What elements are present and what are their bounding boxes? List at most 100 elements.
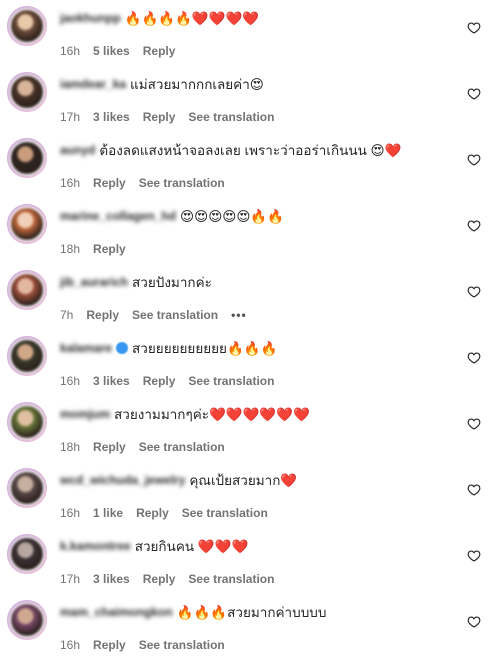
- comment-text-line: mam_chaimongkon 🔥🔥🔥สวยมากค่าบบบบ: [60, 604, 326, 622]
- comment-body: คุณเป้ยสวยมาก❤️: [189, 473, 298, 488]
- comment-username[interactable]: mam_chaimongkon: [60, 603, 173, 621]
- reply-button[interactable]: Reply: [93, 638, 126, 652]
- comment-timestamp[interactable]: 16h: [60, 638, 80, 652]
- comment-body: สวยกินคน ❤️❤️❤️: [134, 539, 249, 554]
- comment-username[interactable]: momjum: [60, 405, 110, 423]
- reply-button[interactable]: Reply: [136, 506, 169, 520]
- reply-button[interactable]: Reply: [143, 572, 176, 586]
- comment-item: wcd_wichuda_jewelry คุณเป้ยสวยมาก❤️ 16h 1 l…: [0, 468, 491, 534]
- heart-outline-icon[interactable]: [467, 615, 481, 629]
- avatar[interactable]: [7, 270, 47, 310]
- comment-item: iamdear_ka แม่สวยมากกกเลยค่า😍 17h 3 likes Re…: [0, 72, 491, 138]
- comment-timestamp[interactable]: 17h: [60, 572, 80, 586]
- avatar[interactable]: [7, 6, 47, 46]
- heart-outline-icon[interactable]: [467, 483, 481, 497]
- comment-timestamp[interactable]: 7h: [60, 308, 73, 322]
- reply-button[interactable]: Reply: [93, 176, 126, 190]
- comment-body: 🔥🔥🔥สวยมากค่าบบบบ: [176, 605, 327, 620]
- heart-outline-icon[interactable]: [467, 417, 481, 431]
- comment-username[interactable]: iamdear_ka: [60, 75, 126, 93]
- comment-text-line: aunyd ต้องลดแสงหน้าจอลงเลย เพราะว่าออร่าเ…: [60, 142, 401, 160]
- comment-body: สวยยยยยยยยยย🔥🔥🔥: [132, 341, 278, 356]
- reply-button[interactable]: Reply: [143, 44, 176, 58]
- comment-text-line: jib_aurarich สวยปังมากค่ะ: [60, 274, 212, 292]
- comment-timestamp[interactable]: 16h: [60, 374, 80, 388]
- comment-username[interactable]: aunyd: [60, 141, 95, 159]
- see-translation-button[interactable]: See translation: [139, 176, 225, 190]
- comment-timestamp[interactable]: 17h: [60, 110, 80, 124]
- reply-button[interactable]: Reply: [93, 440, 126, 454]
- comment-username[interactable]: jib_aurarich: [60, 273, 128, 291]
- heart-outline-icon[interactable]: [467, 549, 481, 563]
- avatar[interactable]: [7, 600, 47, 640]
- see-translation-button[interactable]: See translation: [139, 638, 225, 652]
- more-dots-icon[interactable]: •••: [231, 308, 247, 322]
- likes-count-button[interactable]: 5 likes: [93, 44, 130, 58]
- comment-item: k.kamontree สวยกินคน ❤️❤️❤️ 17h 3 likes Repl…: [0, 534, 491, 600]
- comment-body: 😍😍😍😍😍🔥🔥: [180, 209, 285, 224]
- avatar[interactable]: [7, 534, 47, 574]
- see-translation-button[interactable]: See translation: [139, 440, 225, 454]
- comment-text-line: iamdear_ka แม่สวยมากกกเลยค่า😍: [60, 76, 264, 94]
- comment-username[interactable]: k.kamontree: [60, 537, 131, 555]
- comment-item: jib_aurarich สวยปังมากค่ะ 7h Reply See trans…: [0, 270, 491, 336]
- heart-outline-icon[interactable]: [467, 87, 481, 101]
- heart-outline-icon[interactable]: [467, 285, 481, 299]
- see-translation-button[interactable]: See translation: [182, 506, 268, 520]
- comment-timestamp[interactable]: 16h: [60, 506, 80, 520]
- comment-meta: 18h Reply: [60, 242, 139, 256]
- comment-item: jaokhunpp 🔥🔥🔥🔥❤️❤️❤️❤️ 16h 5 likes Reply: [0, 6, 491, 72]
- comment-meta: 18h Reply See translation: [60, 440, 238, 454]
- comment-item: marine_collagen_hd 😍😍😍😍😍🔥🔥 18h Reply: [0, 204, 491, 270]
- comment-item: momjum สวยงามมากๆค่ะ❤️❤️❤️❤️❤️❤️ 18h Reply S…: [0, 402, 491, 468]
- comment-item: mam_chaimongkon 🔥🔥🔥สวยมากค่าบบบบ 16h Reply S…: [0, 600, 491, 659]
- avatar[interactable]: [7, 336, 47, 376]
- see-translation-button[interactable]: See translation: [188, 110, 274, 124]
- verified-badge-icon: [116, 342, 129, 354]
- comment-username[interactable]: wcd_wichuda_jewelry: [60, 471, 185, 489]
- see-translation-button[interactable]: See translation: [132, 308, 218, 322]
- reply-button[interactable]: Reply: [143, 374, 176, 388]
- comment-text-line: kalamare สวยยยยยยยยยย🔥🔥🔥: [60, 340, 277, 358]
- comment-meta: 17h 3 likes Reply See translation: [60, 110, 287, 124]
- comment-username[interactable]: jaokhunpp: [60, 9, 121, 27]
- comment-text-line: wcd_wichuda_jewelry คุณเป้ยสวยมาก❤️: [60, 472, 297, 490]
- comment-body: สวยงามมากๆค่ะ❤️❤️❤️❤️❤️❤️: [114, 407, 310, 422]
- comment-timestamp[interactable]: 16h: [60, 176, 80, 190]
- likes-count-button[interactable]: 3 likes: [93, 572, 130, 586]
- reply-button[interactable]: Reply: [86, 308, 119, 322]
- comment-meta: 16h 5 likes Reply: [60, 44, 188, 58]
- comment-text-line: jaokhunpp 🔥🔥🔥🔥❤️❤️❤️❤️: [60, 10, 259, 28]
- avatar[interactable]: [7, 138, 47, 178]
- comment-body: สวยปังมากค่ะ: [132, 275, 212, 290]
- likes-count-button[interactable]: 1 like: [93, 506, 123, 520]
- likes-count-button[interactable]: 3 likes: [93, 374, 130, 388]
- comment-timestamp[interactable]: 16h: [60, 44, 80, 58]
- comment-username[interactable]: kalamare: [60, 339, 112, 357]
- see-translation-button[interactable]: See translation: [188, 572, 274, 586]
- comment-body: แม่สวยมากกกเลยค่า😍: [130, 77, 264, 92]
- comment-timestamp[interactable]: 18h: [60, 242, 80, 256]
- comment-item: kalamare สวยยยยยยยยยย🔥🔥🔥 16h 3 likes Reply Se…: [0, 336, 491, 402]
- avatar[interactable]: [7, 468, 47, 508]
- avatar[interactable]: [7, 402, 47, 442]
- comment-timestamp[interactable]: 18h: [60, 440, 80, 454]
- reply-button[interactable]: Reply: [143, 110, 176, 124]
- reply-button[interactable]: Reply: [93, 242, 126, 256]
- comment-body: ต้องลดแสงหน้าจอลงเลย เพราะว่าออร่าเกินนน…: [99, 143, 402, 158]
- heart-outline-icon[interactable]: [467, 351, 481, 365]
- heart-outline-icon[interactable]: [467, 21, 481, 35]
- comment-meta: 16h 1 like Reply See translation: [60, 506, 281, 520]
- see-translation-button[interactable]: See translation: [188, 374, 274, 388]
- comment-meta: 7h Reply See translation •••: [60, 308, 260, 322]
- comment-meta: 16h 3 likes Reply See translation: [60, 374, 287, 388]
- comment-body: 🔥🔥🔥🔥❤️❤️❤️❤️: [124, 11, 260, 26]
- comment-text-line: k.kamontree สวยกินคน ❤️❤️❤️: [60, 538, 248, 556]
- avatar[interactable]: [7, 72, 47, 112]
- heart-outline-icon[interactable]: [467, 219, 481, 233]
- comment-username[interactable]: marine_collagen_hd: [60, 207, 176, 225]
- likes-count-button[interactable]: 3 likes: [93, 110, 130, 124]
- comment-text-line: momjum สวยงามมากๆค่ะ❤️❤️❤️❤️❤️❤️: [60, 406, 310, 424]
- heart-outline-icon[interactable]: [467, 153, 481, 167]
- avatar[interactable]: [7, 204, 47, 244]
